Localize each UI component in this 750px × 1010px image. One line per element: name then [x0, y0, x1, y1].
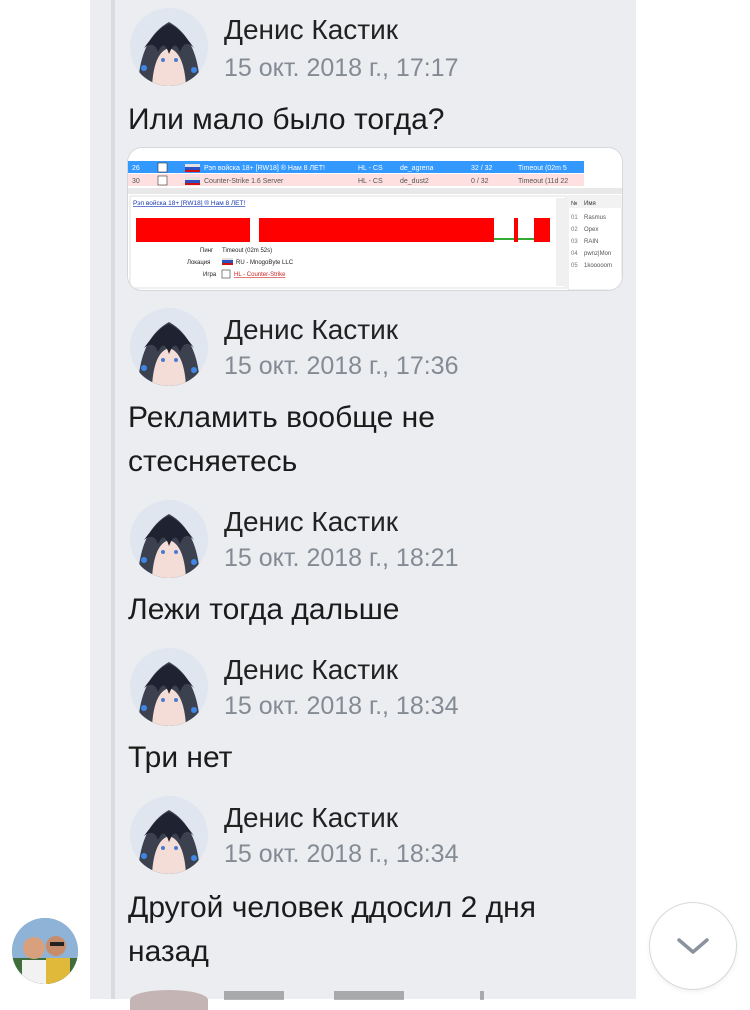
chevron-down-icon [677, 938, 709, 954]
message-text-line: назад [128, 935, 209, 968]
player-num: 04 [571, 251, 578, 257]
row1-map: de_agrena [400, 165, 434, 172]
screenshot-attachment[interactable]: 26 Рэп войска 18+ [RW18] ® Нам 8 ЛЕТ! HL… [128, 148, 622, 290]
player-num: 01 [571, 215, 578, 221]
ping-label: Пинг [200, 248, 214, 254]
author-name[interactable]: Денис Кастик [224, 14, 398, 46]
anime-avatar-icon [130, 8, 208, 86]
thread-line [111, 0, 115, 999]
row1-num: 26 [132, 165, 140, 172]
author-avatar[interactable] [130, 8, 208, 86]
row2-num: 30 [132, 178, 140, 185]
message-text: Три нет [128, 741, 233, 774]
anime-avatar-icon [130, 796, 208, 874]
players-header-name: Имя [584, 201, 596, 207]
row2-game: HL - CS [358, 178, 383, 185]
message-date[interactable]: 15 окт. 2018 г., 18:21 [224, 544, 458, 573]
row1-players: 32 / 32 [471, 165, 493, 172]
ping-value: Timeout (02m 52s) [222, 248, 272, 254]
player-name: 1kooooom [584, 263, 612, 269]
anime-avatar-icon [130, 308, 208, 386]
anime-avatar-icon [130, 648, 208, 726]
author-name[interactable]: Денис Кастик [224, 506, 398, 538]
author-name[interactable]: Денис Кастик [224, 802, 398, 834]
message-text: Рекламить вообще не стесняетесь [128, 396, 608, 484]
author-avatar[interactable] [130, 796, 208, 874]
player-name: RAIN [584, 239, 598, 245]
message-date[interactable]: 15 окт. 2018 г., 17:36 [224, 352, 458, 381]
message-date[interactable]: 15 окт. 2018 г., 18:34 [224, 840, 458, 869]
author-avatar[interactable] [130, 648, 208, 726]
scroll-down-button[interactable] [650, 903, 736, 989]
author-name-partial [224, 988, 484, 1000]
location-label: Локация [187, 260, 210, 266]
players-header-num: № [571, 200, 577, 207]
row1-game: HL - CS [358, 165, 383, 172]
location-value: RU - MnogoByte LLC [236, 260, 294, 266]
photo-avatar-icon [12, 918, 78, 984]
message-date[interactable]: 15 окт. 2018 г., 17:17 [224, 54, 458, 83]
row2-status: Timeout (11d 22 [518, 178, 568, 185]
user-avatar[interactable] [12, 918, 78, 984]
row2-name: Counter-Strike 1.6 Server [204, 178, 284, 185]
player-name: Rasmus [584, 215, 606, 221]
anime-avatar-icon [130, 500, 208, 578]
author-name[interactable]: Денис Кастик [224, 654, 398, 686]
game-label: Игра [203, 272, 217, 278]
server-link: Рэп войска 18+ [RW18] ® Нам 8 ЛЕТ! [133, 199, 245, 207]
author-name[interactable]: Денис Кастик [224, 314, 398, 346]
player-name: Opex [584, 227, 598, 233]
row2-players: 0 / 32 [471, 178, 489, 185]
row2-map: de_dust2 [400, 178, 429, 185]
message-text-line: стесняетесь [128, 445, 298, 478]
message-text-line: Другой человек ддосил 2 дня [128, 891, 536, 924]
game-value: HL - Counter-Strike [234, 272, 286, 278]
message-date[interactable]: 15 окт. 2018 г., 18:34 [224, 692, 458, 721]
message-text: Лежи тогда дальше [128, 593, 400, 626]
author-avatar[interactable] [130, 990, 208, 1010]
row1-status: Timeout (02m 5 [518, 165, 567, 172]
row1-name: Рэп войска 18+ [RW18] ® Нам 8 ЛЕТ! [204, 164, 325, 172]
player-num: 03 [571, 239, 578, 245]
author-avatar[interactable] [130, 308, 208, 386]
player-num: 05 [571, 263, 578, 269]
message-text-line: Рекламить вообще не [128, 401, 435, 434]
author-avatar[interactable] [130, 500, 208, 578]
player-name: pwnz|Mon [584, 251, 611, 257]
message-text: Другой человек ддосил 2 дня назад [128, 886, 608, 974]
server-browser-screenshot: 26 Рэп войска 18+ [RW18] ® Нам 8 ЛЕТ! HL… [128, 148, 622, 290]
cut-off-text-icon [224, 991, 484, 1000]
player-num: 02 [571, 227, 578, 233]
message-text: Или мало было тогда? [128, 103, 445, 136]
